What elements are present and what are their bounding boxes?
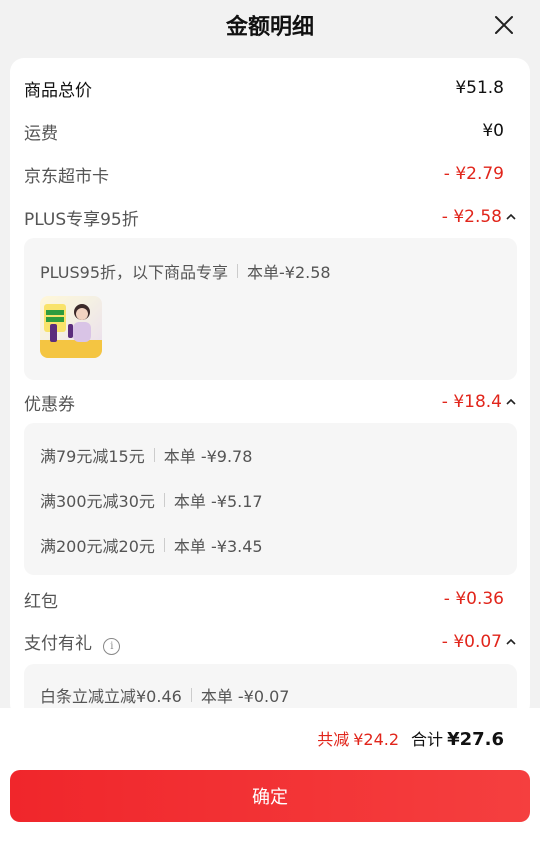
divider: [163, 538, 165, 552]
coupon-rule: 满300元减30元: [40, 492, 155, 511]
coupon-amount-wrap: - ¥18.4: [442, 392, 517, 412]
close-button[interactable]: [490, 11, 518, 39]
pay-gift-amount: - ¥0.07: [441, 632, 502, 652]
coupon-rule: 满200元减20元: [40, 537, 155, 556]
product-image: [40, 304, 102, 358]
goods-total-amount: ¥51.8: [455, 78, 504, 98]
divider: [190, 688, 192, 702]
row-jd-card: 京东超市卡 - ¥2.79: [24, 154, 504, 194]
pay-gift-label-wrap: 支付有礼 i: [24, 629, 121, 655]
jd-card-label: 京东超市卡: [24, 166, 109, 187]
confirm-button[interactable]: 确定: [10, 770, 530, 822]
pay-gift-detail-line: 白条立减立减¥0.46 本单 -¥0.07: [40, 680, 289, 710]
pay-gift-amount-wrap: - ¥0.07: [442, 632, 517, 652]
chevron-up-icon[interactable]: [505, 211, 517, 223]
modal-header: 金额明细: [0, 0, 540, 50]
coupon-rule: 满79元减15元: [40, 447, 145, 466]
coupon-detail-item: 满300元减30元 本单 -¥5.17: [40, 485, 263, 515]
divider: [153, 448, 155, 462]
pay-gift-rule: 白条立减立减¥0.46: [40, 687, 182, 706]
plus-detail-box: PLUS95折，以下商品专享 本单-¥2.58: [24, 238, 517, 380]
shipping-label: 运费: [24, 123, 58, 144]
pay-gift-per-order: 本单 -¥0.07: [200, 687, 290, 706]
total-label: 合计: [411, 730, 444, 749]
coupon-detail-box: 满79元减15元 本单 -¥9.78 满300元减30元 本单 -¥5.17 满…: [24, 423, 517, 575]
plus-detail-per-order: 本单-¥2.58: [247, 263, 331, 282]
row-goods-total: 商品总价 ¥51.8: [24, 68, 504, 108]
red-packet-amount: - ¥0.36: [443, 589, 504, 609]
chevron-up-icon[interactable]: [505, 396, 517, 408]
bottom-bar: 共减 ¥24.2 合计 ¥27.6 确定: [0, 708, 540, 852]
saved-label: 共减: [317, 730, 350, 749]
row-shipping: 运费 ¥0: [24, 111, 504, 151]
close-icon: [495, 16, 513, 34]
coupon-amount: - ¥18.4: [441, 392, 502, 412]
info-icon[interactable]: i: [103, 638, 121, 655]
page-title: 金额明细: [225, 15, 314, 40]
plus-detail-line: PLUS95折，以下商品专享 本单-¥2.58: [40, 256, 331, 286]
saved-value: ¥24.2: [353, 730, 400, 749]
divider: [163, 493, 165, 507]
coupon-detail-item: 满79元减15元 本单 -¥9.78: [40, 440, 252, 470]
jd-card-amount: - ¥2.79: [443, 164, 504, 184]
detail-card: 商品总价 ¥51.8 运费 ¥0 京东超市卡 - ¥2.79 PLUS专享95折…: [10, 58, 530, 718]
pay-gift-label: 支付有礼: [24, 634, 92, 654]
row-pay-gift[interactable]: 支付有礼 i - ¥0.07: [24, 622, 517, 662]
coupon-per-order: 本单 -¥5.17: [173, 492, 263, 511]
chevron-up-icon[interactable]: [505, 636, 517, 648]
plus-detail-desc: PLUS95折，以下商品专享: [40, 263, 228, 282]
row-red-packet: 红包 - ¥0.36: [24, 579, 504, 619]
product-thumbnail[interactable]: [40, 296, 102, 358]
plus-discount-label: PLUS专享95折: [24, 209, 139, 230]
row-plus-discount[interactable]: PLUS专享95折 - ¥2.58: [24, 197, 517, 237]
coupon-per-order: 本单 -¥9.78: [163, 447, 253, 466]
total-value: ¥27.6: [447, 729, 504, 750]
coupon-per-order: 本单 -¥3.45: [173, 537, 263, 556]
coupon-label: 优惠券: [24, 394, 75, 415]
red-packet-label: 红包: [24, 591, 58, 612]
price-summary: 共减 ¥24.2 合计 ¥27.6: [317, 726, 504, 750]
goods-total-label: 商品总价: [24, 80, 92, 101]
divider: [237, 264, 238, 278]
plus-discount-amount-wrap: - ¥2.58: [442, 207, 517, 227]
row-coupon[interactable]: 优惠券 - ¥18.4: [24, 382, 517, 422]
plus-discount-amount: - ¥2.58: [441, 207, 502, 227]
shipping-amount: ¥0: [482, 121, 504, 141]
coupon-detail-item: 满200元减20元 本单 -¥3.45: [40, 530, 263, 560]
